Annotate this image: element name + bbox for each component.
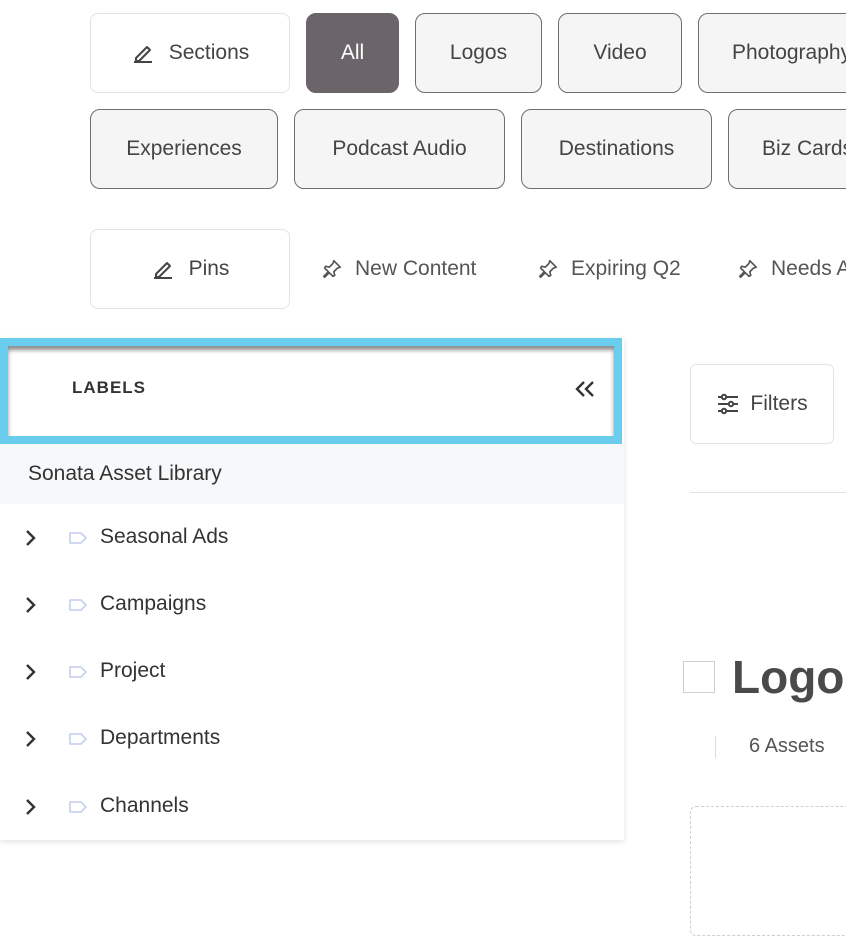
label-tag-icon (68, 665, 88, 679)
pin-new-content[interactable]: New Content (321, 255, 476, 283)
section-chip-video[interactable]: Video (558, 13, 682, 93)
chip-label: Destinations (558, 137, 675, 160)
library-label: Sonata Asset Library (28, 462, 222, 485)
label-text: Channels (100, 794, 189, 817)
chevron-right-icon[interactable] (24, 797, 38, 817)
pin-expiring-q2[interactable]: Expiring Q2 (537, 255, 681, 283)
labels-title: LABELS (72, 378, 146, 397)
section-title: Logos (732, 651, 846, 703)
select-section-checkbox[interactable] (683, 661, 715, 693)
label-text: Campaigns (100, 592, 207, 615)
label-item-departments[interactable]: Departments (0, 714, 624, 764)
pin-icon (737, 258, 759, 280)
chip-label: Photography (732, 41, 846, 64)
labels-panel-header: LABELS (0, 338, 622, 444)
label-tag-icon (68, 598, 88, 612)
asset-count: 6 Assets (749, 735, 825, 757)
label-item-seasonal-ads[interactable]: Seasonal Ads (0, 513, 624, 563)
label-text: Seasonal Ads (100, 525, 229, 548)
label-item-campaigns[interactable]: Campaigns (0, 580, 624, 630)
section-chip-all[interactable]: All (306, 13, 399, 93)
chevron-right-icon[interactable] (24, 595, 38, 615)
pencil-icon (131, 41, 155, 65)
chip-label: All (340, 41, 365, 64)
section-chip-destinations[interactable]: Destinations (521, 109, 712, 189)
label-tag-icon (68, 531, 88, 545)
double-chevron-left-icon (574, 379, 596, 399)
pencil-icon (151, 257, 175, 281)
label-tag-icon (68, 800, 88, 814)
section-chip-experiences[interactable]: Experiences (90, 109, 278, 189)
section-chip-logos[interactable]: Logos (415, 13, 542, 93)
pin-label: Needs Approval (771, 257, 846, 280)
chip-label: Video (593, 41, 647, 64)
sliders-icon (716, 392, 740, 416)
chip-label: Experiences (126, 137, 242, 160)
chip-label: Biz Cards (762, 137, 846, 160)
filters-button[interactable]: Filters (690, 364, 834, 444)
filters-label: Filters (750, 392, 808, 415)
pin-label: Expiring Q2 (571, 257, 681, 280)
label-item-channels[interactable]: Channels (0, 782, 624, 832)
pin-label: New Content (355, 257, 477, 280)
label-text: Departments (100, 726, 221, 749)
labels-panel: LABELS Sonata Asset Library Seasonal Ads… (0, 338, 624, 840)
library-item[interactable]: Sonata Asset Library (0, 444, 624, 504)
section-chip-biz-cards[interactable]: Biz Cards (728, 109, 846, 189)
pin-icon (321, 258, 343, 280)
label-tag-icon (68, 732, 88, 746)
asset-card-placeholder[interactable] (690, 806, 846, 936)
chevron-right-icon[interactable] (24, 528, 38, 548)
pins-label: Pins (188, 257, 230, 280)
edit-pins-button[interactable]: Pins (90, 229, 290, 309)
sections-label: Sections (168, 41, 250, 64)
pin-needs-approval[interactable]: Needs Approval (737, 255, 846, 283)
edit-sections-button[interactable]: Sections (90, 13, 290, 93)
section-chip-photography[interactable]: Photography (698, 13, 846, 93)
chevron-right-icon[interactable] (24, 729, 38, 749)
chip-label: Logos (449, 41, 508, 64)
separator (715, 736, 716, 758)
label-text: Project (100, 659, 166, 682)
label-item-project[interactable]: Project (0, 647, 624, 697)
pin-icon (537, 258, 559, 280)
section-chip-podcast-audio[interactable]: Podcast Audio (294, 109, 505, 189)
toolbar-divider (690, 492, 846, 493)
chip-label: Podcast Audio (332, 137, 467, 160)
chevron-right-icon[interactable] (24, 662, 38, 682)
collapse-panel-button[interactable] (570, 374, 600, 404)
